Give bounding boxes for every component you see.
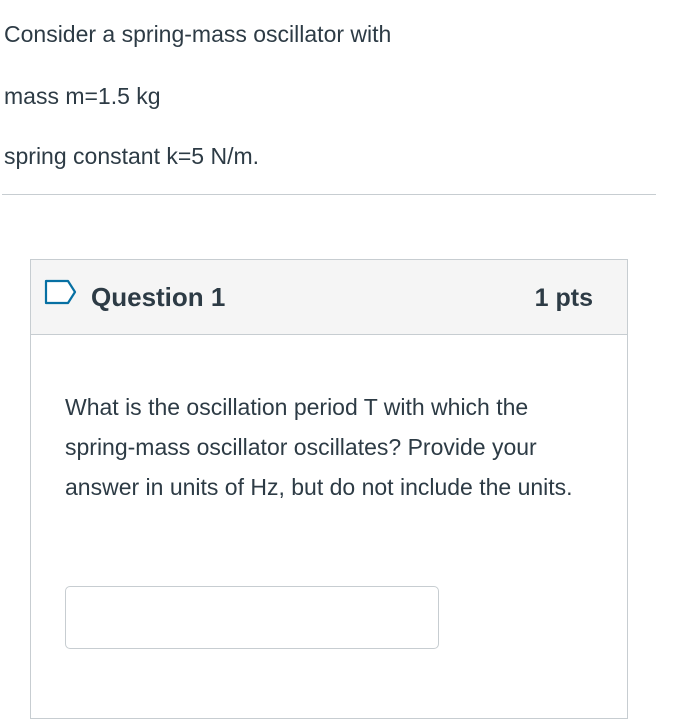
intro-line-1: Consider a spring-mass oscillator with (4, 21, 392, 47)
question-text: What is the oscillation period T with wh… (65, 394, 573, 500)
question-title: Question 1 (91, 282, 226, 312)
question-card: Question 1 1 pts What is the oscillation… (30, 259, 628, 719)
intro-line-2: mass m=1.5 kg (4, 83, 161, 109)
answer-input[interactable] (65, 586, 439, 649)
question-header: Question 1 1 pts (31, 260, 627, 335)
question-points: 1 pts (534, 284, 593, 312)
section-divider (2, 194, 656, 195)
intro-line-3: spring constant k=5 N/m. (4, 143, 260, 169)
bookmark-flag-icon[interactable] (44, 279, 78, 305)
